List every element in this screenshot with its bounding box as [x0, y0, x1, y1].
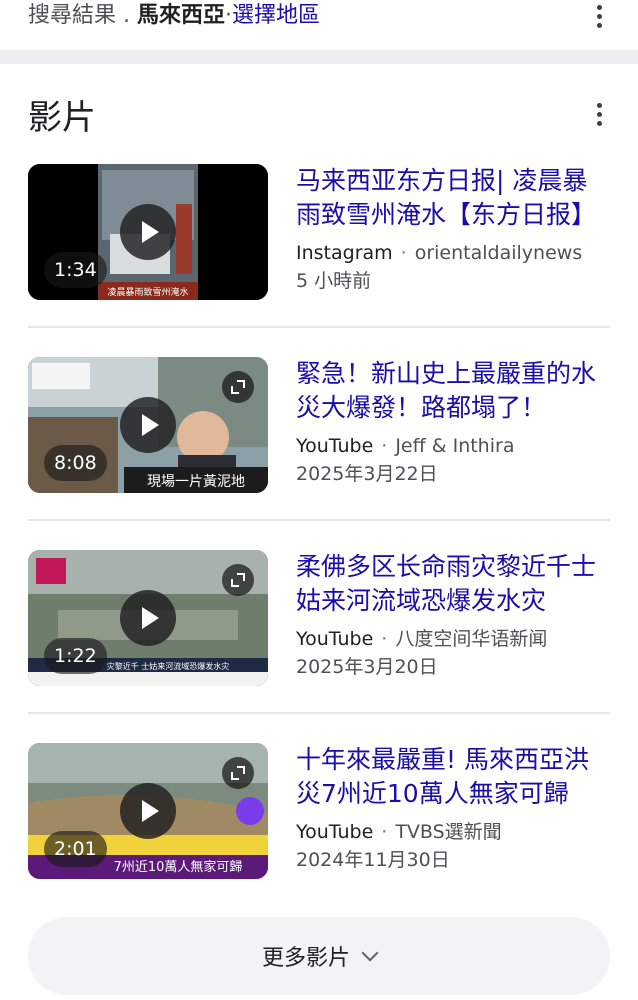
- expand-icon[interactable]: [222, 757, 254, 789]
- video-duration: 1:22: [44, 638, 107, 674]
- video-result[interactable]: 現場一片黃泥地 8:08 緊急！新山史上最嚴重的水災大爆發！路都塌了！ YouT…: [28, 357, 610, 551]
- section-options-icon[interactable]: [587, 98, 611, 130]
- more-videos-label: 更多影片: [261, 946, 350, 971]
- result-divider: [28, 519, 610, 521]
- play-icon[interactable]: [120, 590, 176, 646]
- video-date: 2025年3月22日: [296, 463, 438, 485]
- video-channel: TVBS選新聞: [395, 821, 502, 843]
- section-title: 影片: [28, 98, 96, 138]
- more-videos-button[interactable]: 更多影片: [28, 917, 610, 995]
- video-result[interactable]: 凌晨暴雨致雪州淹水 1:34 马来西亚东方日报| 凌晨暴雨致雪州淹水【东方日报】…: [28, 164, 610, 358]
- video-title-link[interactable]: 柔佛多区长命雨灾黎近千士姑来河流域恐爆发水灾: [296, 550, 612, 618]
- video-title-link[interactable]: 十年來最嚴重! 馬來西亞洪災7州近10萬人無家可歸: [296, 743, 612, 811]
- video-platform: Instagram: [296, 242, 393, 264]
- expand-icon[interactable]: [222, 564, 254, 596]
- thumb-caption: 現場一片黃泥地: [147, 474, 245, 490]
- video-source: YouTube · TVBS選新聞: [296, 819, 612, 845]
- location-bar: 搜尋結果 . 馬來西亞·選擇地區: [0, 0, 638, 48]
- video-platform: YouTube: [296, 628, 374, 650]
- video-platform: YouTube: [296, 435, 374, 457]
- video-source: YouTube · Jeff & Inthira: [296, 433, 612, 459]
- section-divider: [0, 50, 638, 64]
- video-title-link[interactable]: 马来西亚东方日报| 凌晨暴雨致雪州淹水【东方日报】: [296, 164, 612, 232]
- meta-dot: ·: [381, 821, 388, 843]
- video-thumbnail[interactable]: 灾黎近千 士姑来河流域恐爆发水灾 1:22: [28, 550, 268, 686]
- play-icon[interactable]: [120, 783, 176, 839]
- results-label: 搜尋結果: [28, 3, 117, 28]
- video-date: 2024年11月30日: [296, 849, 450, 871]
- play-icon[interactable]: [120, 397, 176, 453]
- video-duration: 1:34: [44, 252, 107, 288]
- meta-dot: ·: [381, 435, 388, 457]
- location-bar-text: 搜尋結果 . 馬來西亞·選擇地區: [28, 2, 320, 30]
- chevron-down-icon: [361, 944, 379, 962]
- video-platform: YouTube: [296, 821, 374, 843]
- result-divider: [28, 326, 610, 328]
- video-channel: Jeff & Inthira: [395, 435, 515, 457]
- current-location: 馬來西亞: [137, 3, 226, 28]
- video-duration: 8:08: [44, 445, 107, 481]
- video-source: Instagram · orientaldailynews: [296, 240, 612, 266]
- video-result[interactable]: 7州近10萬人無家可歸 2:01 十年來最嚴重! 馬來西亞洪災7州近10萬人無家…: [28, 743, 610, 937]
- result-divider: [28, 712, 610, 714]
- thumb-caption: 7州近10萬人無家可歸: [114, 859, 243, 875]
- meta-dot: ·: [381, 628, 388, 650]
- dot-separator: ·: [225, 3, 233, 28]
- meta-dot: ·: [400, 242, 407, 264]
- separator: .: [123, 3, 131, 28]
- video-result[interactable]: 灾黎近千 士姑来河流域恐爆发水灾 1:22 柔佛多区长命雨灾黎近千士姑来河流域恐…: [28, 550, 610, 744]
- play-icon[interactable]: [120, 204, 176, 260]
- choose-region-link[interactable]: 選擇地區: [232, 3, 320, 28]
- video-date: 2025年3月20日: [296, 656, 438, 678]
- more-options-icon[interactable]: [587, 0, 611, 32]
- video-date: 5 小時前: [296, 270, 372, 292]
- video-source: YouTube · 八度空间华语新闻: [296, 626, 612, 652]
- video-thumbnail[interactable]: 現場一片黃泥地 8:08: [28, 357, 268, 493]
- video-channel: 八度空间华语新闻: [395, 628, 548, 650]
- thumb-caption: 灾黎近千 士姑来河流域恐爆发水灾: [107, 661, 230, 671]
- video-thumbnail[interactable]: 凌晨暴雨致雪州淹水 1:34: [28, 164, 268, 300]
- video-duration: 2:01: [44, 831, 107, 867]
- thumb-caption: 凌晨暴雨致雪州淹水: [107, 286, 188, 298]
- video-thumbnail[interactable]: 7州近10萬人無家可歸 2:01: [28, 743, 268, 879]
- expand-icon[interactable]: [222, 371, 254, 403]
- video-title-link[interactable]: 緊急！新山史上最嚴重的水災大爆發！路都塌了！: [296, 357, 612, 425]
- video-channel: orientaldailynews: [414, 242, 583, 264]
